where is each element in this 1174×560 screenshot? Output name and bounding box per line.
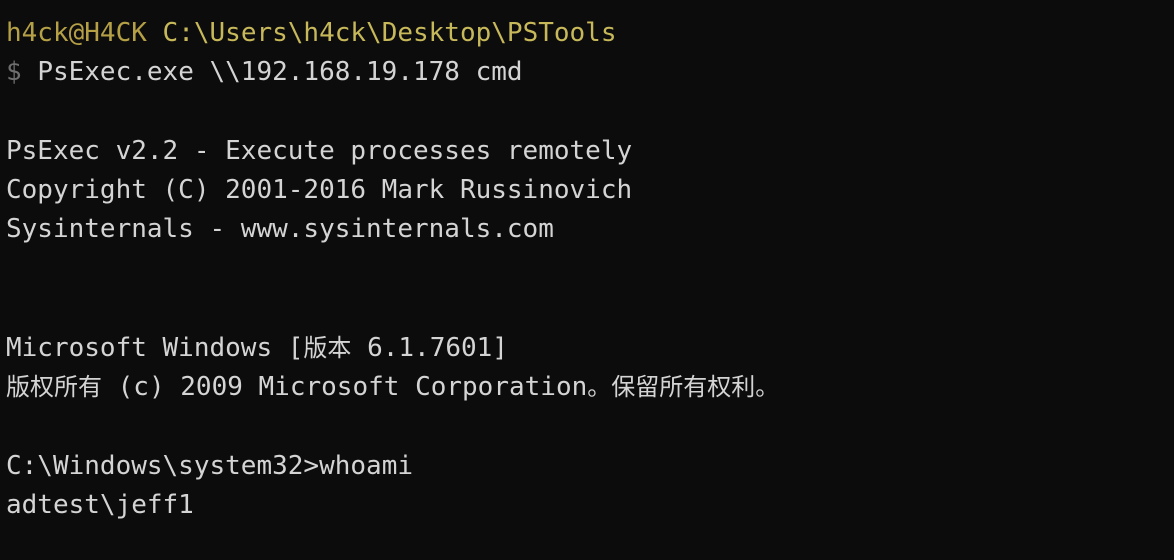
banner-line-2: Copyright (C) 2001-2016 Mark Russinovich (6, 175, 633, 205)
shell-prompt-header: h4ck@H4CK C:\Users\h4ck\Desktop\PSTools (6, 18, 617, 48)
prompt-dollar-sign: $ (6, 57, 22, 87)
psexec-command: PsExec.exe \\192.168.19.178 cmd (37, 57, 523, 87)
windows-version-line: Microsoft Windows [版本 6.1.7601] (6, 333, 508, 363)
windows-version-cjk: 版本 (303, 334, 352, 362)
banner-line-1: PsExec v2.2 - Execute processes remotely (6, 136, 633, 166)
remote-prompt: C:\Windows\system32> (6, 451, 320, 481)
command-line: $ PsExec.exe \\192.168.19.178 cmd (6, 57, 523, 87)
prompt-path: C:\Users\h4ck\Desktop\PSTools (162, 18, 617, 48)
terminal-window[interactable]: h4ck@H4CK C:\Users\h4ck\Desktop\PSTools … (0, 0, 1174, 560)
copyright-cjk-a: 版权所有 (6, 373, 102, 401)
remote-command-line: C:\Windows\system32>whoami (6, 451, 413, 481)
windows-version-text-b: 6.1.7601] (351, 333, 508, 363)
remote-command: whoami (319, 451, 413, 481)
banner-line-3: Sysinternals - www.sysinternals.com (6, 214, 554, 244)
windows-copyright-line: 版权所有 (c) 2009 Microsoft Corporation。保留所有… (6, 372, 779, 402)
copyright-cjk-b: 。保留所有权利。 (587, 373, 780, 401)
prompt-user-host: h4ck@H4CK (6, 18, 147, 48)
copyright-mid: (c) 2009 Microsoft Corporation (102, 372, 588, 402)
whoami-result: adtest\jeff1 (6, 490, 194, 520)
windows-version-text-a: Microsoft Windows [ (6, 333, 304, 363)
